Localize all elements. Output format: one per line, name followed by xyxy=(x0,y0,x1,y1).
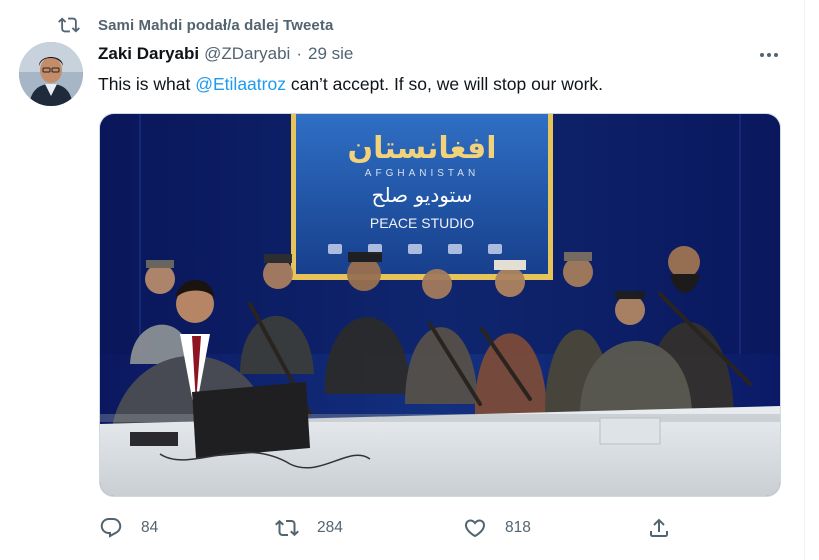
banner-line-arabic: ستوديو صلح xyxy=(372,183,473,207)
share-button[interactable] xyxy=(647,512,671,544)
tweet-text-end: can’t accept. If so, we will stop our wo… xyxy=(285,74,604,94)
tweet-date[interactable]: 29 sie xyxy=(308,44,353,64)
tweet-header: Zaki Daryabi @ZDaryabi · 29 sie xyxy=(98,43,353,65)
retweet-count: 284 xyxy=(317,519,343,536)
tweet-text: This is what @Etilaatroz can’t accept. I… xyxy=(98,72,603,96)
more-icon[interactable] xyxy=(757,46,781,64)
column-divider xyxy=(804,0,805,560)
banner-title: افغانستان xyxy=(347,131,496,166)
retweet-context[interactable]: Sami Mahdi podał/a dalej Tweeta xyxy=(58,14,333,36)
reply-button[interactable]: 84 xyxy=(99,512,158,544)
like-icon xyxy=(464,519,486,538)
reply-count: 84 xyxy=(141,519,159,536)
tweet-text-start: This is what xyxy=(98,74,196,94)
separator: · xyxy=(296,44,303,63)
banner-line-en: PEACE STUDIO xyxy=(370,215,474,231)
banner-subtitle: AFGHANISTAN xyxy=(365,168,479,179)
share-icon xyxy=(650,518,668,537)
tweet-actions: 84 284 818 xyxy=(99,512,699,544)
tweet-media-image[interactable]: افغانستان AFGHANISTAN ستوديو صلح PEACE S… xyxy=(99,113,781,497)
retweet-icon xyxy=(58,17,80,33)
retweet-icon xyxy=(275,519,299,537)
avatar[interactable] xyxy=(19,42,83,106)
like-count: 818 xyxy=(505,519,531,536)
retweet-context-label: Sami Mahdi podał/a dalej Tweeta xyxy=(98,16,334,34)
mention-link[interactable]: @Etilaatroz xyxy=(195,74,286,94)
author-name[interactable]: Zaki Daryabi xyxy=(98,44,199,64)
tweet-card[interactable]: Sami Mahdi podał/a dalej Tweeta Zaki Dar… xyxy=(0,0,804,560)
retweet-button[interactable]: 284 xyxy=(275,512,343,544)
like-button[interactable]: 818 xyxy=(463,512,531,544)
reply-icon xyxy=(100,518,122,538)
author-handle[interactable]: @ZDaryabi xyxy=(204,44,290,64)
